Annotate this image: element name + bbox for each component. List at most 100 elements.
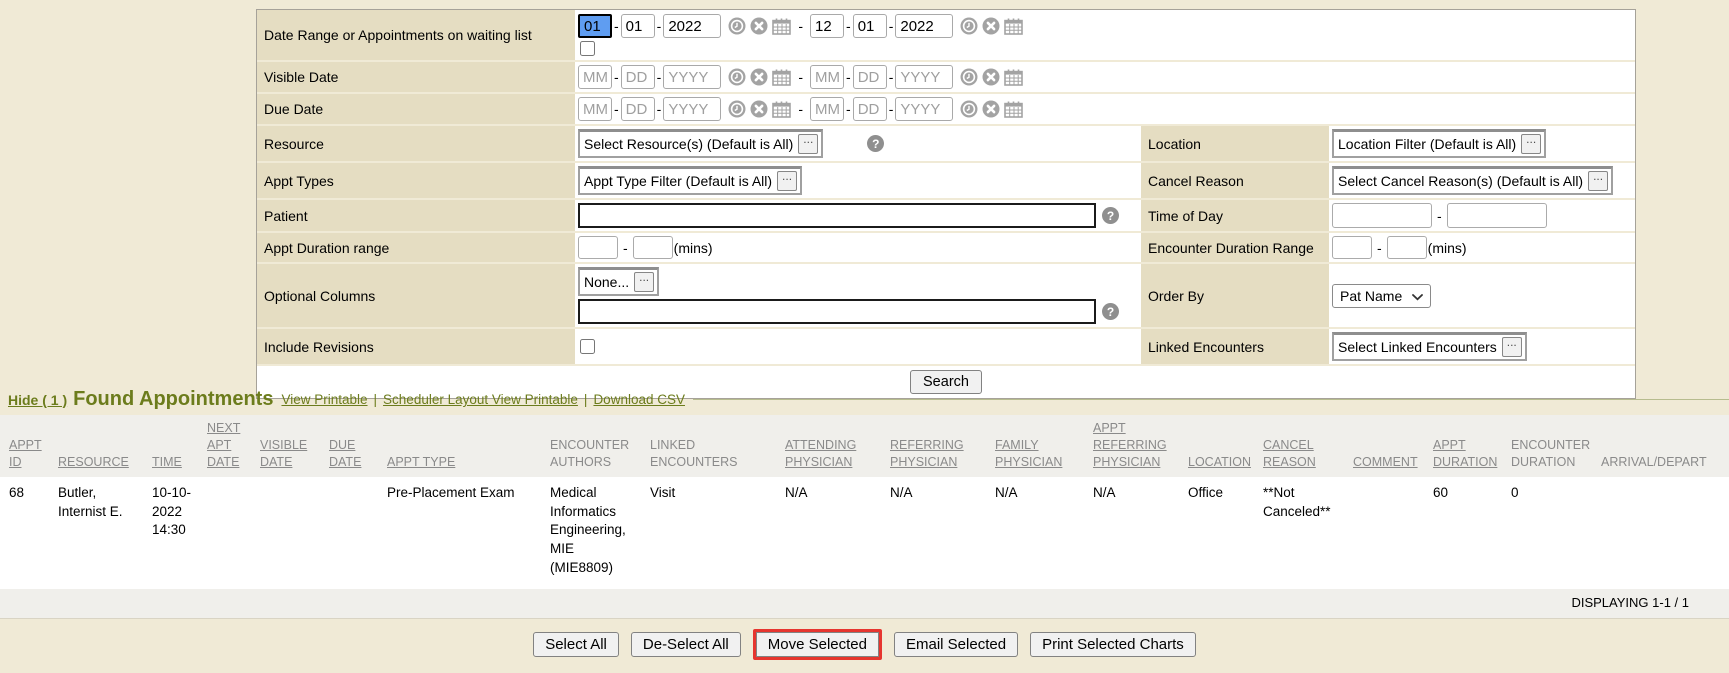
due-from-month-input[interactable]	[578, 97, 612, 121]
visible-from-year-input[interactable]	[663, 65, 721, 89]
visible-to-year-input[interactable]	[895, 65, 953, 89]
clear-date-icon[interactable]	[982, 17, 1000, 35]
calendar-icon[interactable]	[1004, 18, 1023, 35]
due-to-month-input[interactable]	[810, 97, 844, 121]
include-revisions-checkbox[interactable]	[580, 339, 595, 354]
column-header-attending-physician[interactable]: ATTENDING PHYSICIAN	[785, 415, 890, 477]
location-picker[interactable]: Location Filter (Default is All) ...	[1332, 129, 1546, 158]
column-header-visible-date[interactable]: VISIBLE DATE	[260, 415, 329, 477]
due-from-day-input[interactable]	[621, 97, 655, 121]
visible-to-month-input[interactable]	[810, 65, 844, 89]
download-csv-link[interactable]: Download CSV	[593, 392, 685, 407]
ellipsis-button[interactable]: ...	[1502, 337, 1522, 357]
column-header-next-apt-date[interactable]: NEXT APT DATE	[207, 415, 260, 477]
due-to-year-input[interactable]	[895, 97, 953, 121]
cell-time: 10-10-2022 14:30	[152, 477, 207, 589]
clock-icon[interactable]	[728, 100, 746, 118]
cancel-reason-label: Cancel Reason	[1141, 163, 1329, 198]
visible-date-label: Visible Date	[257, 62, 575, 92]
column-header-appt-type[interactable]: APPT TYPE	[387, 415, 550, 477]
calendar-icon[interactable]	[772, 101, 791, 118]
calendar-icon[interactable]	[1004, 69, 1023, 86]
encounter-duration-min-input[interactable]	[1332, 236, 1372, 259]
optional-columns-picker[interactable]: None... ...	[578, 267, 659, 296]
due-from-year-input[interactable]	[663, 97, 721, 121]
clear-date-icon[interactable]	[982, 100, 1000, 118]
linked-encounters-picker-value: Select Linked Encounters	[1338, 339, 1497, 355]
resource-picker[interactable]: Select Resource(s) (Default is All) ...	[578, 129, 823, 158]
date-from-day-input[interactable]	[621, 14, 655, 38]
visible-from-day-input[interactable]	[621, 65, 655, 89]
appointment-row[interactable]: 68 Butler, Internist E. 10-10-2022 14:30…	[0, 477, 1729, 589]
column-header-appt-duration[interactable]: APPT DURATION	[1433, 415, 1511, 477]
column-header-cancel-reason[interactable]: CANCEL REASON	[1263, 415, 1353, 477]
cancel-reason-picker[interactable]: Select Cancel Reason(s) (Default is All)…	[1332, 166, 1613, 195]
help-icon[interactable]: ?	[1102, 303, 1119, 320]
clear-date-icon[interactable]	[750, 100, 768, 118]
date-to-day-input[interactable]	[853, 14, 887, 38]
patient-input[interactable]	[578, 203, 1096, 228]
ellipsis-button[interactable]: ...	[798, 134, 818, 154]
clear-date-icon[interactable]	[750, 17, 768, 35]
clock-icon[interactable]	[728, 68, 746, 86]
column-header-appt-id[interactable]: APPT ID	[0, 415, 58, 477]
encounter-duration-max-input[interactable]	[1387, 236, 1427, 259]
print-selected-charts-button[interactable]: Print Selected Charts	[1030, 632, 1196, 657]
time-of-day-start-input[interactable]	[1332, 203, 1432, 228]
clock-icon[interactable]	[960, 100, 978, 118]
scheduler-layout-view-printable-link[interactable]: Scheduler Layout View Printable	[383, 392, 578, 407]
column-header-resource[interactable]: RESOURCE	[58, 415, 152, 477]
clock-icon[interactable]	[960, 68, 978, 86]
range-separator: -	[1437, 208, 1442, 224]
ellipsis-button[interactable]: ...	[777, 171, 797, 191]
column-header-due-date[interactable]: DUE DATE	[329, 415, 387, 477]
optional-columns-picker-value: None...	[584, 274, 629, 290]
deselect-all-button[interactable]: De-Select All	[631, 632, 741, 657]
ellipsis-button[interactable]: ...	[634, 272, 654, 292]
optional-columns-input[interactable]	[578, 299, 1096, 324]
column-header-time[interactable]: TIME	[152, 415, 207, 477]
move-selected-button[interactable]: Move Selected	[756, 632, 879, 657]
visible-from-month-input[interactable]	[578, 65, 612, 89]
column-header-location[interactable]: LOCATION	[1188, 415, 1263, 477]
column-header-family-physician[interactable]: FAMILY PHYSICIAN	[995, 415, 1093, 477]
date-to-year-input[interactable]	[895, 14, 953, 38]
help-icon[interactable]: ?	[1102, 207, 1119, 224]
clear-date-icon[interactable]	[982, 68, 1000, 86]
appt-duration-min-input[interactable]	[578, 236, 618, 259]
ellipsis-button[interactable]: ...	[1588, 171, 1608, 191]
waiting-list-checkbox[interactable]	[580, 41, 595, 56]
calendar-icon[interactable]	[1004, 101, 1023, 118]
cell-appt-duration: 60	[1433, 477, 1511, 589]
ellipsis-button[interactable]: ...	[1521, 134, 1541, 154]
appt-duration-max-input[interactable]	[633, 236, 673, 259]
column-header-comment[interactable]: COMMENT	[1353, 415, 1433, 477]
column-header-appt-referring-physician[interactable]: APPT REFERRING PHYSICIAN	[1093, 415, 1188, 477]
date-to-month-input[interactable]	[810, 14, 844, 38]
email-selected-button[interactable]: Email Selected	[894, 632, 1018, 657]
calendar-icon[interactable]	[772, 69, 791, 86]
date-from-month-input[interactable]	[578, 14, 612, 38]
help-icon[interactable]: ?	[867, 135, 884, 152]
hide-results-link[interactable]: Hide ( 1 )	[8, 392, 67, 408]
visible-to-day-input[interactable]	[853, 65, 887, 89]
time-of-day-end-input[interactable]	[1447, 203, 1547, 228]
calendar-icon[interactable]	[772, 18, 791, 35]
clear-date-icon[interactable]	[750, 68, 768, 86]
date-from-year-input[interactable]	[663, 14, 721, 38]
cell-location: Office	[1188, 477, 1263, 589]
view-printable-link[interactable]: View Printable	[281, 392, 367, 407]
order-by-select[interactable]: Pat Name	[1332, 284, 1431, 308]
due-to-day-input[interactable]	[853, 97, 887, 121]
clock-icon[interactable]	[728, 17, 746, 35]
column-header-referring-physician[interactable]: REFERRING PHYSICIAN	[890, 415, 995, 477]
date-separator: -	[846, 18, 851, 34]
appt-type-picker[interactable]: Appt Type Filter (Default is All) ...	[578, 166, 802, 195]
date-separator: -	[889, 18, 894, 34]
resource-picker-value: Select Resource(s) (Default is All)	[584, 136, 793, 152]
linked-encounters-picker[interactable]: Select Linked Encounters ...	[1332, 332, 1527, 361]
cell-appt-type: Pre-Placement Exam	[387, 477, 550, 589]
select-all-button[interactable]: Select All	[533, 632, 619, 657]
clock-icon[interactable]	[960, 17, 978, 35]
location-label: Location	[1141, 126, 1329, 161]
